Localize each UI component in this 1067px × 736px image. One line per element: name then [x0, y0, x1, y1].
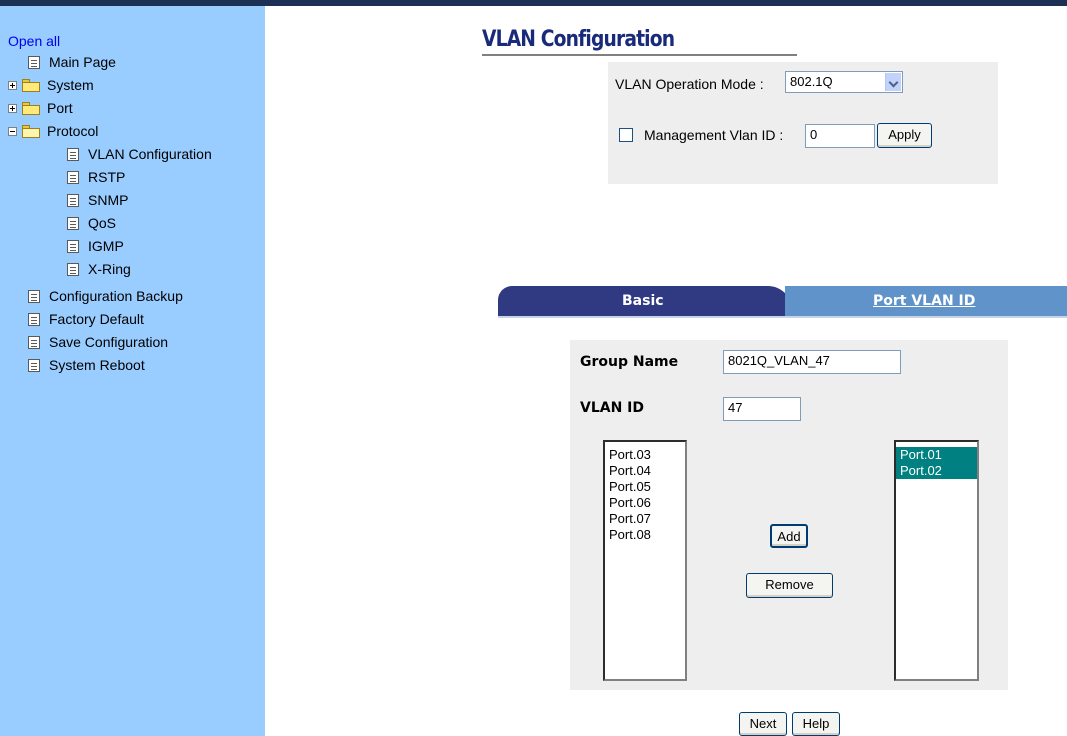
sidebar-item-configuration-backup[interactable]: Configuration Backup	[28, 285, 183, 307]
sidebar-item-label: Protocol	[47, 123, 99, 139]
page-icon	[28, 289, 40, 303]
sidebar-item-snmp[interactable]: SNMP	[67, 189, 128, 211]
chevron-down-icon[interactable]	[885, 73, 901, 91]
sidebar-item-label: IGMP	[88, 238, 124, 254]
page-icon	[67, 216, 79, 230]
page-icon	[67, 147, 79, 161]
sidebar-item-port[interactable]: Port	[8, 97, 73, 119]
help-button[interactable]: Help	[792, 712, 840, 736]
sidebar-item-x-ring[interactable]: X-Ring	[67, 258, 131, 280]
sidebar-item-rstp[interactable]: RSTP	[67, 166, 125, 188]
vlan-operation-mode-label: VLAN Operation Mode :	[615, 76, 764, 92]
tab-basic[interactable]: Basic	[498, 286, 792, 316]
management-vlan-id-field[interactable]: 0	[805, 124, 875, 148]
sidebar-item-qos[interactable]: QoS	[67, 212, 116, 234]
page-icon	[28, 358, 40, 372]
sidebar-item-label: System	[47, 77, 94, 93]
next-button[interactable]: Next	[739, 712, 787, 736]
sidebar-item-protocol[interactable]: Protocol	[8, 120, 98, 142]
sidebar-item-label: Save Configuration	[49, 334, 169, 350]
tab-port-vlan-id[interactable]: Port VLAN ID	[785, 286, 1067, 316]
page-icon	[28, 312, 40, 326]
sidebar-item-label: Factory Default	[49, 311, 144, 327]
expand-icon[interactable]	[8, 80, 17, 90]
port-option[interactable]: Port.04	[605, 463, 685, 479]
sidebar-item-label: VLAN Configuration	[88, 146, 212, 162]
collapse-icon[interactable]	[8, 126, 17, 136]
folder-open-icon	[22, 124, 40, 138]
page-icon	[67, 193, 79, 207]
select-value: 802.1Q	[790, 74, 833, 89]
open-all-link[interactable]: Open all	[8, 33, 60, 49]
port-option[interactable]: Port.08	[605, 527, 685, 543]
sidebar-item-label: Port	[47, 100, 73, 116]
title-underline	[482, 54, 797, 56]
remove-port-button[interactable]: Remove	[746, 573, 833, 598]
sidebar-item-factory-default[interactable]: Factory Default	[28, 308, 144, 330]
sidebar-item-label: SNMP	[88, 192, 129, 208]
sidebar-item-label: X-Ring	[88, 261, 131, 277]
page-icon	[67, 262, 79, 276]
sidebar-item-label: RSTP	[88, 169, 126, 185]
management-vlan-checkbox[interactable]	[619, 128, 633, 142]
group-name-label: Group Name	[580, 354, 679, 370]
member-ports-list[interactable]: Port.01 Port.02	[894, 440, 979, 681]
page-icon	[67, 239, 79, 253]
vlan-id-field[interactable]: 47	[723, 397, 801, 421]
group-name-field[interactable]: 8021Q_VLAN_47	[723, 350, 901, 374]
tab-port-vlan-id-label[interactable]: Port VLAN ID	[873, 293, 975, 309]
sidebar-item-igmp[interactable]: IGMP	[67, 235, 124, 257]
port-option[interactable]: Port.03	[605, 447, 685, 463]
management-vlan-label: Management Vlan ID :	[644, 127, 784, 143]
port-option[interactable]: Port.07	[605, 511, 685, 527]
folder-icon	[22, 101, 40, 115]
sidebar-item-label: Main Page	[49, 54, 116, 70]
vlan-id-label: VLAN ID	[580, 400, 645, 416]
sidebar-item-save-configuration[interactable]: Save Configuration	[28, 331, 168, 353]
page-icon	[28, 55, 40, 69]
port-option[interactable]: Port.05	[605, 479, 685, 495]
tab-divider	[498, 316, 1067, 318]
vlan-operation-mode-select[interactable]: 802.1Q	[785, 71, 903, 93]
add-port-button[interactable]: Add	[770, 524, 808, 548]
apply-button[interactable]: Apply	[877, 123, 932, 148]
folder-icon	[22, 78, 40, 92]
sidebar-nav: Open all Main Page System Port Protocol …	[0, 6, 265, 736]
sidebar-item-label: System Reboot	[49, 357, 145, 373]
sidebar-item-system-reboot[interactable]: System Reboot	[28, 354, 145, 376]
sidebar-item-main-page[interactable]: Main Page	[28, 51, 116, 73]
sidebar-item-label: Configuration Backup	[49, 288, 183, 304]
port-option[interactable]: Port.01	[896, 447, 977, 463]
page-title: VLAN Configuration	[482, 27, 675, 52]
page-icon	[67, 170, 79, 184]
sidebar-item-system[interactable]: System	[8, 74, 94, 96]
sidebar-item-vlan-configuration[interactable]: VLAN Configuration	[67, 143, 212, 165]
expand-icon[interactable]	[8, 103, 17, 113]
tab-basic-label: Basic	[622, 293, 664, 309]
sidebar-item-label: QoS	[88, 215, 117, 231]
available-ports-list[interactable]: Port.03 Port.04 Port.05 Port.06 Port.07 Port.…	[603, 440, 687, 681]
port-option[interactable]: Port.06	[605, 495, 685, 511]
page-icon	[28, 335, 40, 349]
port-option[interactable]: Port.02	[896, 463, 977, 479]
